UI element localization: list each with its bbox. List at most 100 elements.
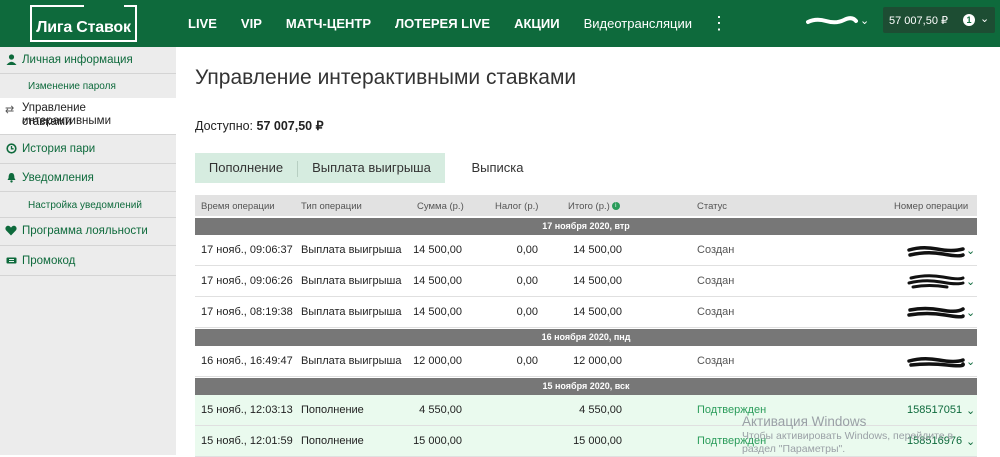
cell-total: 14 500,00 — [573, 244, 622, 256]
cell-total: 12 000,00 — [573, 355, 622, 367]
tabs: Пополнение Выплата выигрыша Выписка — [195, 153, 550, 183]
date-separator: 15 ноября 2020, вск — [195, 378, 977, 395]
divider — [0, 134, 176, 135]
cell-amount: 12 000,00 — [413, 355, 462, 367]
cell-tax: 0,00 — [516, 355, 538, 367]
promo-icon — [5, 255, 17, 267]
col-total: Итого (р.) i — [568, 201, 620, 212]
balance-button[interactable]: 57 007,50 ₽ — [883, 7, 995, 33]
cell-total: 4 550,00 — [579, 404, 622, 416]
chevron-down-icon[interactable]: ⌄ — [860, 14, 869, 27]
nav-lottery-live[interactable]: ЛОТЕРЕЯ LIVE — [395, 16, 490, 31]
cell-type: Выплата выигрыша — [301, 244, 402, 256]
divider — [0, 245, 176, 246]
watermark-line: раздел "Параметры". — [742, 443, 846, 455]
cell-total: 15 000,00 — [573, 435, 622, 447]
cell-status: Создан — [697, 355, 735, 367]
cell-amount: 15 000,00 — [413, 435, 462, 447]
user-name-redacted[interactable] — [806, 15, 858, 27]
cell-type: Выплата выигрыша — [301, 306, 402, 318]
sidebar-item-label: Программа лояльности — [22, 225, 148, 237]
page-title: Управление интерактивными ставками — [195, 66, 577, 89]
kebab-icon[interactable]: ⋮ — [710, 13, 728, 33]
chevron-down-icon[interactable]: ⌄ — [966, 306, 975, 319]
sidebar-item-notification-settings[interactable]: Настройка уведомлений — [28, 200, 142, 211]
cell-time: 17 нояб., 09:06:37 — [201, 244, 293, 256]
divider — [0, 163, 176, 164]
cell-amount: 4 550,00 — [419, 404, 462, 416]
chevron-down-icon[interactable]: ⌄ — [966, 275, 975, 288]
sidebar-item-label: Промокод — [22, 255, 76, 267]
nav-broadcasts[interactable]: Видеотрансляции — [584, 16, 692, 31]
notification-badge[interactable]: 1 — [963, 14, 975, 26]
tab-statement[interactable]: Выписка — [445, 153, 550, 183]
cell-time: 17 нояб., 08:19:38 — [201, 306, 293, 318]
table-header: Время операции Тип операции Сумма (р.) Н… — [195, 195, 977, 216]
top-bar: Лига Ставок LIVE VIP МАТЧ-ЦЕНТР ЛОТЕРЕЯ … — [0, 0, 1000, 47]
col-tax: Налог (р.) — [495, 201, 539, 212]
watermark-line: Чтобы активировать Windows, перейдите в — [742, 430, 954, 442]
chevron-down-icon[interactable]: ⌄ — [966, 404, 975, 417]
nav-match-center[interactable]: МАТЧ-ЦЕНТР — [286, 16, 371, 31]
sidebar-item-label: Личная информация — [22, 54, 133, 66]
col-time: Время операции — [201, 201, 275, 212]
cell-type: Пополнение — [301, 435, 364, 447]
chevron-down-icon[interactable]: ⌄ — [966, 244, 975, 257]
sidebar-item-change-password[interactable]: Изменение пароля — [28, 81, 116, 92]
heart-icon — [5, 225, 17, 237]
table-row[interactable]: 17 нояб., 09:06:37 Выплата выигрыша 14 5… — [195, 235, 977, 266]
cell-type: Выплата выигрыша — [301, 355, 402, 367]
col-status: Статус — [697, 201, 728, 212]
nav-vip[interactable]: VIP — [241, 16, 262, 31]
cell-status: Создан — [697, 275, 735, 287]
cell-status: Создан — [697, 244, 735, 256]
windows-activation-watermark: Активация Windows Чтобы активировать Win… — [742, 414, 953, 455]
table-row[interactable]: 16 нояб., 16:49:47 Выплата выигрыша 12 0… — [195, 346, 977, 377]
operation-number-redacted — [907, 274, 965, 289]
logo[interactable]: Лига Ставок — [30, 4, 137, 42]
available-label: Доступно: — [195, 119, 254, 133]
watermark-title: Активация Windows — [742, 414, 867, 429]
cell-total: 14 500,00 — [573, 275, 622, 287]
divider — [0, 73, 176, 74]
sidebar-item-label: История пари — [22, 143, 96, 155]
cell-type: Выплата выигрыша — [301, 275, 402, 287]
col-total-label: Итого (р.) — [568, 201, 610, 212]
date-separator: 17 ноября 2020, втр — [195, 218, 977, 235]
nav-promotions[interactable]: АКЦИИ — [514, 16, 560, 31]
balance-value: 57 007,50 ₽ — [889, 14, 948, 27]
operation-number-redacted — [907, 356, 965, 368]
logo-notch — [84, 4, 124, 10]
cell-amount: 14 500,00 — [413, 306, 462, 318]
cell-total: 14 500,00 — [573, 306, 622, 318]
sidebar: Личная информация Изменение пароля ⇄ Упр… — [0, 47, 176, 455]
table-row[interactable]: 17 нояб., 08:19:38 Выплата выигрыша 14 5… — [195, 297, 977, 328]
tab-deposit[interactable]: Пополнение — [195, 153, 297, 183]
cell-amount: 14 500,00 — [413, 275, 462, 287]
divider — [0, 217, 176, 218]
divider — [0, 275, 176, 276]
bell-icon — [5, 172, 17, 184]
operation-number-redacted — [907, 245, 965, 258]
arrows-icon: ⇄ — [5, 104, 15, 116]
chevron-down-icon[interactable]: ⌄ — [966, 355, 975, 368]
history-icon — [5, 143, 17, 155]
main-nav: LIVE VIP МАТЧ-ЦЕНТР ЛОТЕРЕЯ LIVE АКЦИИ В… — [188, 0, 716, 47]
sidebar-item-label-line2: ставками — [22, 116, 72, 128]
table-row[interactable]: 17 нояб., 09:06:26 Выплата выигрыша 14 5… — [195, 266, 977, 297]
nav-live[interactable]: LIVE — [188, 16, 217, 31]
tab-payout[interactable]: Выплата выигрыша — [298, 153, 445, 183]
cell-time: 16 нояб., 16:49:47 — [201, 355, 293, 367]
info-icon[interactable]: i — [611, 202, 620, 211]
available-balance: Доступно: 57 007,50 ₽ — [195, 118, 324, 133]
cell-time: 17 нояб., 09:06:26 — [201, 275, 293, 287]
col-amount: Сумма (р.) — [417, 201, 464, 212]
date-separator: 16 ноября 2020, пнд — [195, 329, 977, 346]
cell-time: 15 нояб., 12:01:59 — [201, 435, 293, 447]
cell-status: Создан — [697, 306, 735, 318]
chevron-down-icon[interactable]: ⌄ — [966, 435, 975, 448]
col-type: Тип операции — [301, 201, 362, 212]
sidebar-item-interactive-bets[interactable]: ⇄ Управление интерактивными ставками — [0, 98, 176, 134]
chevron-down-icon[interactable]: ⌄ — [980, 12, 989, 25]
cell-tax: 0,00 — [516, 275, 538, 287]
